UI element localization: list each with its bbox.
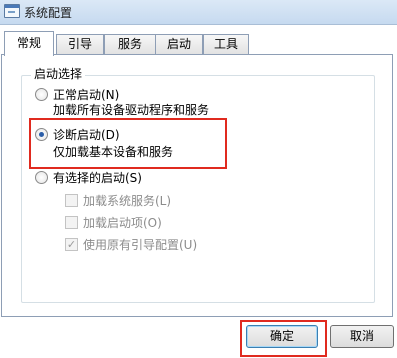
title-bar: 系统配置 [0, 0, 397, 25]
startup-selection-label: 启动选择 [31, 65, 86, 82]
diagnostic-startup-label[interactable]: 诊断启动(D) [53, 126, 120, 143]
diagnostic-startup-radio[interactable] [35, 128, 48, 141]
tab-startup[interactable]: 启动 [155, 34, 203, 55]
normal-startup-radio[interactable] [35, 88, 48, 101]
diagnostic-startup-description: 仅加载基本设备和服务 [53, 145, 174, 159]
selective-startup-radio[interactable] [35, 171, 48, 184]
load-startup-items-label: 加载启动项(O) [83, 216, 162, 230]
ok-button[interactable]: 确定 [246, 325, 318, 348]
tab-boot[interactable]: 引导 [56, 34, 104, 55]
tab-services[interactable]: 服务 [104, 34, 156, 55]
load-startup-items-checkbox[interactable] [65, 216, 78, 229]
tab-general[interactable]: 常规 [4, 31, 54, 56]
load-system-services-checkbox[interactable] [65, 194, 78, 207]
use-original-boot-config-label: 使用原有引导配置(U) [83, 238, 198, 252]
cancel-button[interactable]: 取消 [330, 325, 394, 348]
selective-startup-label[interactable]: 有选择的启动(S) [53, 169, 142, 186]
use-original-boot-config-checkbox[interactable]: ✓ [65, 238, 78, 251]
tab-tools[interactable]: 工具 [203, 34, 249, 55]
window-title: 系统配置 [24, 6, 73, 20]
load-system-services-label: 加载系统服务(L) [83, 194, 172, 208]
system-config-icon [4, 4, 20, 18]
normal-startup-description: 加载所有设备驱动程序和服务 [53, 103, 210, 117]
